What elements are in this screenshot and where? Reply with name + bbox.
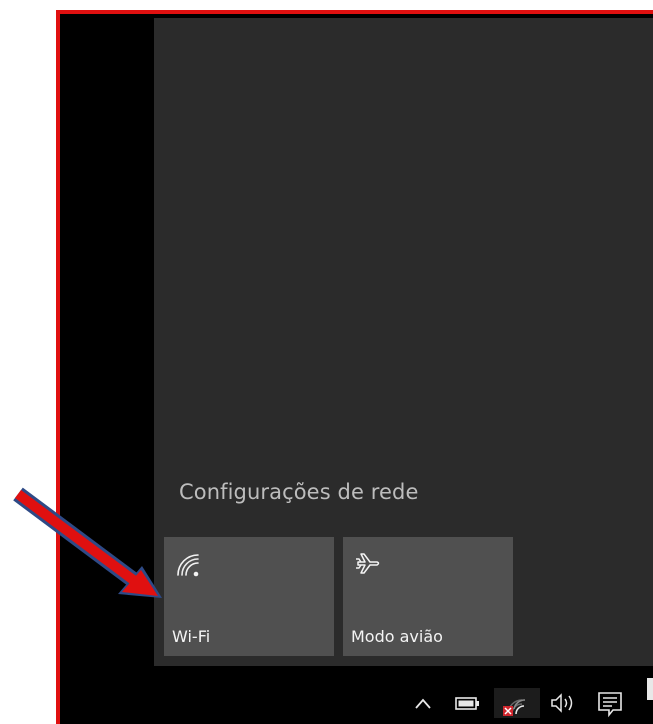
action-center-icon[interactable] [594, 688, 626, 718]
network-tray-button[interactable] [494, 688, 540, 718]
clock-fragment[interactable] [647, 678, 653, 700]
network-settings-link[interactable]: Configurações de rede [179, 480, 419, 504]
wifi-tile-label: Wi-Fi [172, 627, 211, 646]
wifi-disconnected-icon [503, 699, 526, 716]
wifi-icon [177, 554, 199, 577]
battery-icon[interactable] [452, 688, 484, 718]
airplane-icon [356, 553, 380, 574]
speaker-icon[interactable] [546, 688, 580, 718]
wifi-tile[interactable]: Wi-Fi [164, 537, 334, 656]
airplane-mode-tile[interactable]: Modo avião [343, 537, 513, 656]
chevron-up-icon[interactable] [410, 688, 436, 718]
airplane-mode-tile-label: Modo avião [351, 627, 443, 646]
screenshot-page: Configurações de rede Wi-Fi Modo avião [0, 0, 653, 724]
